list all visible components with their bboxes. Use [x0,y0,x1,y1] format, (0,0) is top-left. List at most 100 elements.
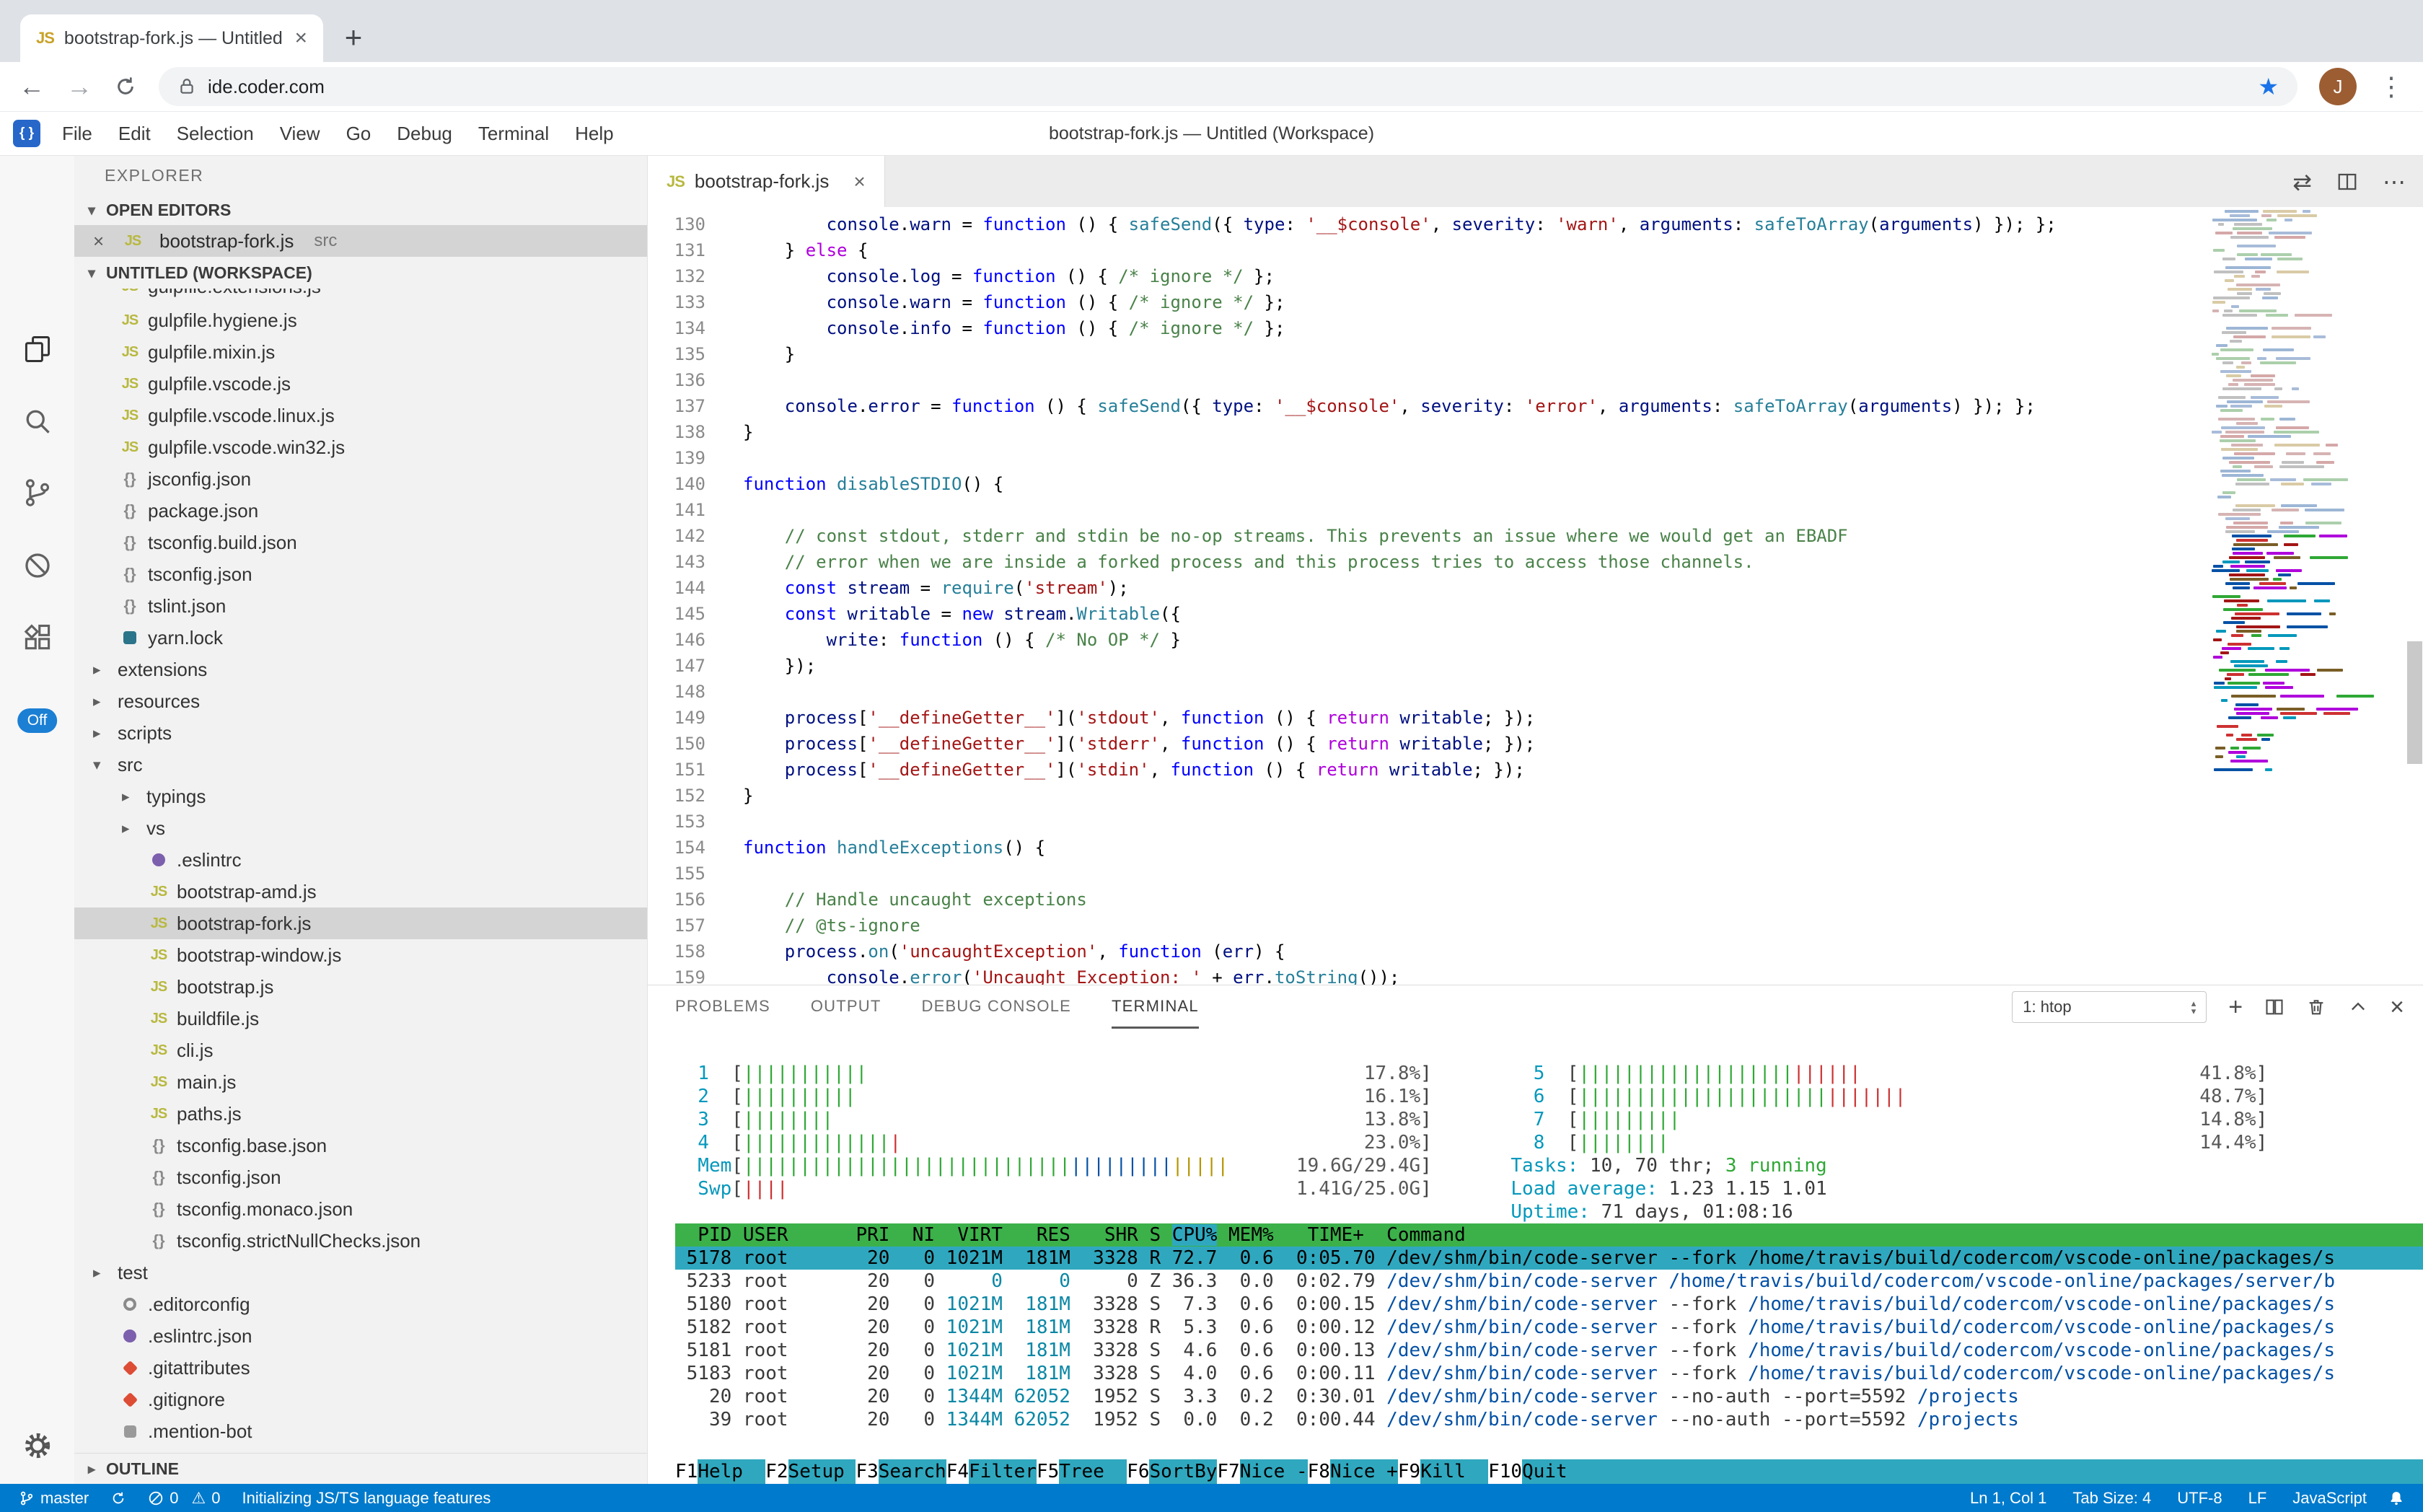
tab-output[interactable]: OUTPUT [811,985,881,1029]
browser-menu-icon[interactable]: ⋮ [2378,71,2404,102]
bookmark-star-icon[interactable]: ★ [2258,73,2279,100]
open-editor-item[interactable]: × JS bootstrap-fork.js src [74,225,647,257]
tab-terminal[interactable]: TERMINAL [1112,985,1199,1029]
tree-item-.mention-bot[interactable]: .mention-bot [74,1415,647,1447]
back-icon[interactable]: ← [19,74,45,100]
tree-item-tsconfig.strictNullChecks.json[interactable]: {}tsconfig.strictNullChecks.json [74,1225,647,1257]
open-changes-icon[interactable]: ⇄ [2292,168,2312,195]
search-icon[interactable] [16,400,59,443]
menu-help[interactable]: Help [562,123,626,145]
tree-item-tslint.json[interactable]: {}tslint.json [74,590,647,622]
tree-item-tsconfig.json[interactable]: {}tsconfig.json [74,1161,647,1193]
tree-item-.eslintrc[interactable]: .eslintrc [74,844,647,876]
tree-item-tsconfig.build.json[interactable]: {}tsconfig.build.json [74,527,647,558]
terminal-selector[interactable]: 1: htop ▴▾ [2012,991,2207,1023]
tree-item-bootstrap-fork.js[interactable]: JSbootstrap-fork.js [74,907,647,939]
tree-item-test[interactable]: ▸test [74,1257,647,1288]
minimap[interactable] [2212,210,2404,985]
explorer-icon[interactable] [16,328,59,371]
tree-item-yarn.lock[interactable]: yarn.lock [74,622,647,654]
tree-item-bootstrap.js[interactable]: JSbootstrap.js [74,971,647,1003]
tree-item-package.json[interactable]: {}package.json [74,495,647,527]
outline-header[interactable]: ▸ OUTLINE [74,1453,647,1484]
problems-item[interactable]: 0 ⚠ 0 [148,1489,220,1508]
tab-problems[interactable]: PROBLEMS [675,985,770,1029]
tree-item-gulpfile.vscode.win32.js[interactable]: JSgulpfile.vscode.win32.js [74,431,647,463]
workspace-header[interactable]: ▾ UNTITLED (WORKSPACE) [74,257,647,289]
tree-item-gulpfile.mixin.js[interactable]: JSgulpfile.mixin.js [74,336,647,368]
tree-item-extensions[interactable]: ▸extensions [74,654,647,685]
tree-item-vs[interactable]: ▸vs [74,812,647,844]
tree-item-paths.js[interactable]: JSpaths.js [74,1098,647,1130]
split-editor-icon[interactable] [2336,171,2358,193]
menu-debug[interactable]: Debug [384,123,465,145]
coder-logo[interactable]: { } [13,120,40,147]
new-tab-button[interactable]: + [333,17,374,58]
tree-item-gulpfile.hygiene.js[interactable]: JSgulpfile.hygiene.js [74,304,647,336]
source-control-icon[interactable] [16,471,59,514]
tree-item-src[interactable]: ▾src [74,749,647,781]
address-bar[interactable]: ide.coder.com ★ [159,67,2297,106]
collaboration-off-badge[interactable]: Off [17,708,58,733]
tree-item-.gitattributes[interactable]: .gitattributes [74,1352,647,1384]
editor-scrollbar[interactable] [2407,641,2422,764]
tree-item-gulpfile.extensions.js[interactable]: JSgulpfile.extensions.js [74,289,647,304]
tab-close-icon[interactable]: × [294,26,307,50]
reload-icon[interactable] [114,75,137,98]
tree-item-gulpfile.vscode.linux.js[interactable]: JSgulpfile.vscode.linux.js [74,400,647,431]
settings-gear-icon[interactable] [16,1424,59,1467]
menu-edit[interactable]: Edit [105,123,164,145]
tree-item-jsconfig.json[interactable]: {}jsconfig.json [74,463,647,495]
menu-view[interactable]: View [267,123,333,145]
tree-item-gulpfile.vscode.js[interactable]: JSgulpfile.vscode.js [74,368,647,400]
open-editor-name: bootstrap-fork.js [159,230,294,252]
menu-terminal[interactable]: Terminal [465,123,562,145]
maximize-panel-icon[interactable] [2348,997,2368,1017]
eol[interactable]: LF [2248,1489,2267,1508]
code-editor[interactable]: 130 console.warn = function () { safeSen… [648,207,2423,985]
tree-item-.editorconfig[interactable]: .editorconfig [74,1288,647,1320]
code-line: 144 const stream = require('stream'); [648,575,2423,601]
extensions-icon[interactable] [16,616,59,659]
open-editors-header[interactable]: ▾ OPEN EDITORS [74,195,647,225]
notifications-bell-icon[interactable] [2388,1490,2404,1506]
avatar[interactable]: J [2319,68,2357,105]
tree-item-cli.js[interactable]: JScli.js [74,1034,647,1066]
tree-item-main.js[interactable]: JSmain.js [74,1066,647,1098]
cursor-position[interactable]: Ln 1, Col 1 [1970,1489,2046,1508]
language-mode[interactable]: JavaScript [2292,1489,2367,1508]
editor-tab[interactable]: JS bootstrap-fork.js × [648,156,885,207]
menu-file[interactable]: File [49,123,105,145]
tab-size[interactable]: Tab Size: 4 [2072,1489,2151,1508]
tree-item-tsconfig.base.json[interactable]: {}tsconfig.base.json [74,1130,647,1161]
sync-item[interactable] [110,1490,126,1506]
more-actions-icon[interactable]: ⋯ [2383,168,2406,195]
tree-item-tsconfig.monaco.json[interactable]: {}tsconfig.monaco.json [74,1193,647,1225]
tree-item-typings[interactable]: ▸typings [74,781,647,812]
forward-icon[interactable]: → [66,74,92,100]
menu-selection[interactable]: Selection [164,123,267,145]
tree-item-scripts[interactable]: ▸scripts [74,717,647,749]
tree-item-.gitignore[interactable]: .gitignore [74,1384,647,1415]
terminal[interactable]: 1 [||||||||||| 17.8%] 5 [|||||||||||||||… [648,1029,2423,1484]
menu-go[interactable]: Go [333,123,384,145]
kill-terminal-icon[interactable] [2306,997,2326,1017]
tree-item-.eslintrc.json[interactable]: .eslintrc.json [74,1320,647,1352]
htop-process-row: 5180 root 20 0 1021M 181M 3328 S 7.3 0.6… [675,1293,2423,1316]
debug-icon[interactable] [16,544,59,587]
tree-item-buildfile.js[interactable]: JSbuildfile.js [74,1003,647,1034]
browser-tab[interactable]: JS bootstrap-fork.js — Untitled (W × [20,14,323,62]
close-panel-icon[interactable]: × [2390,995,2404,1019]
split-terminal-icon[interactable] [2264,997,2285,1017]
git-branch-item[interactable]: master [19,1489,89,1508]
close-icon[interactable]: × [93,230,112,252]
tree-item-bootstrap-amd.js[interactable]: JSbootstrap-amd.js [74,876,647,907]
encoding[interactable]: UTF-8 [2177,1489,2222,1508]
tab-debug-console[interactable]: DEBUG CONSOLE [922,985,1072,1029]
code-line: 137 console.error = function () { safeSe… [648,393,2423,419]
new-terminal-icon[interactable]: + [2228,995,2243,1019]
tree-item-tsconfig.json[interactable]: {}tsconfig.json [74,558,647,590]
tree-item-bootstrap-window.js[interactable]: JSbootstrap-window.js [74,939,647,971]
tab-close-icon[interactable]: × [853,170,865,193]
tree-item-resources[interactable]: ▸resources [74,685,647,717]
